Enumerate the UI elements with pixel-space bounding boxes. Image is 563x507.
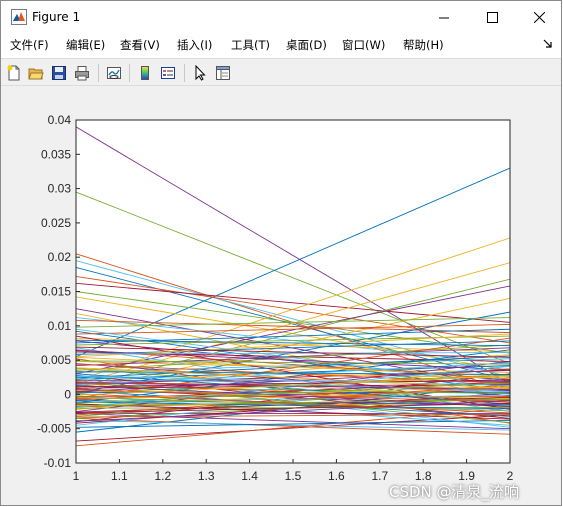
y-tick-label: -0.005 [37,422,71,436]
watermark: CSDN @清泉_流响 [389,483,520,501]
x-tick-label: 1.3 [198,469,215,483]
new-figure-icon [7,65,20,81]
colorbar-button[interactable] [135,63,155,83]
menu-help[interactable]: 帮助(H) [403,38,444,52]
menu-tools[interactable]: 工具(T) [231,38,270,52]
dock-arrow-icon[interactable] [543,39,553,49]
maximize-icon [486,11,498,23]
y-tick-label: 0.035 [41,147,71,161]
open-file-icon [28,68,44,80]
maximize-button[interactable] [469,1,515,33]
print-icon [75,66,89,81]
y-tick-label: 0 [64,387,71,401]
legend-button[interactable] [158,63,178,83]
toolbar-separator [129,64,130,82]
menu-insert[interactable]: 插入(I) [177,38,212,52]
y-tick-label: -0.01 [44,456,72,470]
y-tick-label: 0.015 [41,285,71,299]
figure-canvas[interactable]: 1 1.1 1.2 1.3 1.4 1.5 1.6 1.7 1.8 1.9 2 -0.01 -0.005… [1,86,561,505]
menu-edit[interactable]: 编辑(E) [66,38,105,52]
menu-desktop[interactable]: 桌面(D) [286,38,327,52]
toolbar-separator [98,64,99,82]
link-plot-icon [107,67,121,79]
toolbar-separator [184,64,185,82]
y-tick-label: 0.02 [48,250,72,264]
title-bar[interactable]: Figure 1 [1,1,561,33]
y-tick-label: 0.04 [48,113,72,127]
y-tick-label: 0.005 [41,353,71,367]
matlab-icon [11,9,27,25]
link-plot-button[interactable] [104,63,124,83]
open-file-button[interactable] [26,63,46,83]
figure-toolbar [1,58,561,86]
close-button[interactable] [516,1,561,33]
y-tick-label: 0.025 [41,216,71,230]
close-icon [533,11,545,23]
property-inspector-icon [216,66,230,80]
menu-bar: 文件(F) 编辑(E) 查看(V) 插入(I) 工具(T) 桌面(D) 窗口(W… [1,34,561,56]
minimize-icon [438,17,449,18]
print-button[interactable] [72,63,92,83]
window-title: Figure 1 [32,10,81,24]
x-tick-label: 1.6 [328,469,345,483]
figure-window: Figure 1 文件(F) 编辑(E) 查看(V) 插入(I) 工具(T) 桌… [0,0,562,506]
y-tick-label: 0.03 [48,182,72,196]
new-figure-button[interactable] [4,63,24,83]
colorbar-icon [141,66,149,80]
edit-plot-pointer-icon [195,65,206,81]
edit-plot-button[interactable] [190,63,210,83]
menu-window[interactable]: 窗口(W) [342,38,385,52]
property-inspector-button[interactable] [213,63,233,83]
x-tick-label: 1.7 [371,469,388,483]
x-tick-label: 1.4 [241,469,258,483]
legend-icon [161,67,175,79]
minimize-button[interactable] [421,1,467,33]
menu-file[interactable]: 文件(F) [10,38,49,52]
save-icon [52,66,66,80]
x-tick-label: 1 [73,469,80,483]
save-button[interactable] [49,63,69,83]
x-tick-label: 1.2 [154,469,171,483]
x-tick-label: 1.1 [111,469,128,483]
menu-view[interactable]: 查看(V) [120,38,160,52]
y-tick-label: 0.01 [48,319,72,333]
line-plot[interactable]: 1 1.1 1.2 1.3 1.4 1.5 1.6 1.7 1.8 1.9 2-0.01-0.005… [1,86,562,506]
x-tick-label: 1.5 [285,469,302,483]
